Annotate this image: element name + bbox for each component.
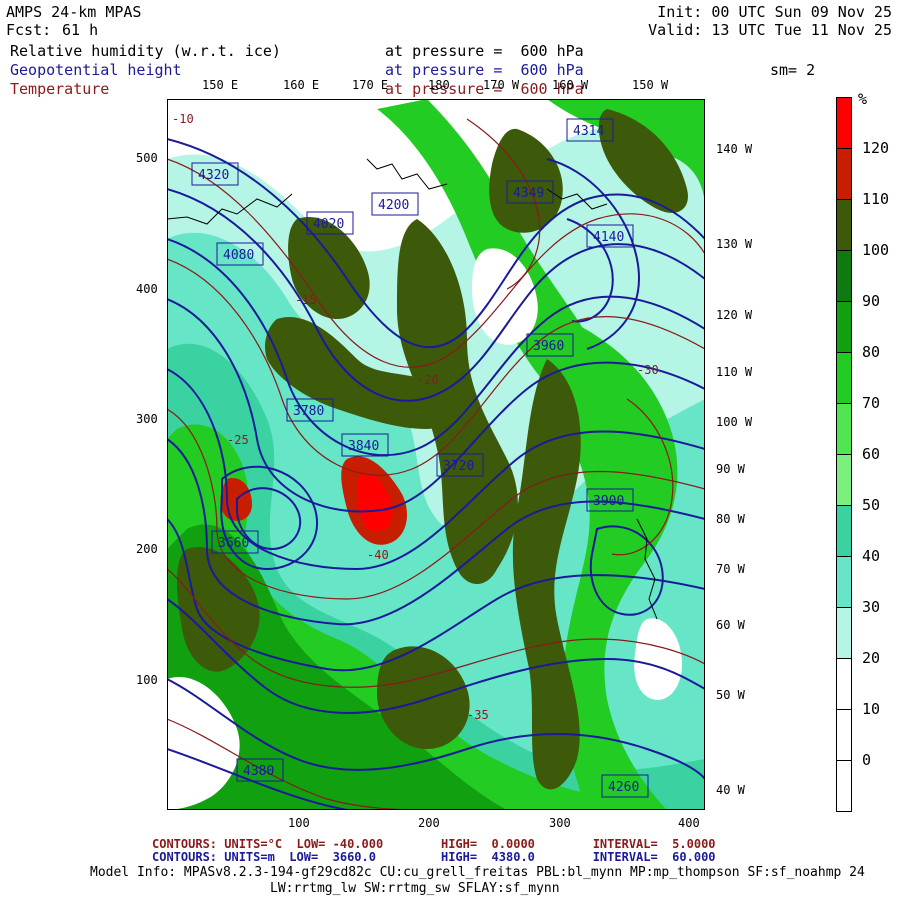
svg-text:4020: 4020	[313, 217, 344, 232]
lon-label-top: 150 W	[632, 78, 669, 92]
svg-text:4140: 4140	[593, 230, 624, 245]
y-tick-label: 300	[136, 412, 158, 426]
model-info: Model Info: MPASv8.2.3-194-gf29cd82c CU:…	[90, 865, 865, 880]
colorbar-label: 30	[862, 598, 881, 616]
colorbar-label: 50	[862, 496, 881, 514]
colorbar-unit: %	[858, 90, 868, 108]
colorbar-segment	[836, 556, 852, 608]
svg-text:3660: 3660	[218, 536, 249, 551]
lon-label-top: 150 E	[202, 78, 239, 92]
svg-text:-20: -20	[417, 373, 439, 387]
colorbar-segment	[836, 505, 852, 557]
colorbar-label: 0	[862, 751, 872, 769]
field-name-height: Geopotential height	[10, 61, 182, 79]
model-title: AMPS 24-km MPAS	[6, 3, 142, 21]
colorbar-label: 40	[862, 547, 881, 565]
forecast-map: 4320 4200 4020 4080 3960 3780 3900 4140	[167, 99, 705, 810]
y-tick-label: 200	[136, 542, 158, 556]
colorbar-label: 10	[862, 700, 881, 718]
colorbar-label: 90	[862, 292, 881, 310]
forecast-value: 61 h	[62, 21, 99, 39]
colorbar-segment	[836, 250, 852, 302]
lon-label-right: 70 W	[716, 562, 745, 576]
lon-label-right: 90 W	[716, 462, 745, 476]
lon-label-right: 130 W	[716, 237, 753, 251]
lon-label-top: 180	[428, 78, 450, 92]
lon-label-top: 160 W	[552, 78, 589, 92]
colorbar-label: 80	[862, 343, 881, 361]
colorbar-segment	[836, 454, 852, 506]
lon-label-right: 50 W	[716, 688, 745, 702]
y-tick-label: 500	[136, 151, 158, 165]
field-name-temp: Temperature	[10, 80, 110, 98]
svg-text:4080: 4080	[223, 248, 254, 263]
height-contour-info: CONTOURS: UNITS=m LOW= 3660.0 HIGH= 4380…	[152, 850, 716, 864]
svg-text:3900: 3900	[593, 494, 624, 509]
svg-text:-25: -25	[227, 433, 249, 447]
lon-label-right: 140 W	[716, 142, 753, 156]
x-tick-label: 400	[678, 816, 700, 830]
y-tick-label: 100	[136, 673, 158, 687]
svg-text:4320: 4320	[198, 168, 229, 183]
svg-text:3960: 3960	[533, 339, 564, 354]
svg-text:-15: -15	[295, 293, 317, 307]
svg-text:4349: 4349	[513, 186, 544, 201]
svg-text:-10: -10	[172, 112, 194, 126]
lon-label-right: 120 W	[716, 308, 753, 322]
lon-label-right: 110 W	[716, 365, 753, 379]
lon-label-right: 80 W	[716, 512, 745, 526]
colorbar-label: 20	[862, 649, 881, 667]
colorbar-segment	[836, 97, 852, 149]
svg-text:-35: -35	[467, 708, 489, 722]
svg-text:4380: 4380	[243, 764, 274, 779]
field-level-height: at pressure = 600 hPa	[385, 61, 584, 79]
svg-text:4260: 4260	[608, 780, 639, 795]
lon-label-right: 60 W	[716, 618, 745, 632]
field-level-rh: at pressure = 600 hPa	[385, 42, 584, 60]
colorbar-label: 100	[862, 241, 890, 259]
smoothing-label: sm= 2	[770, 61, 816, 79]
lon-label-top: 160 E	[283, 78, 320, 92]
colorbar-segment	[836, 607, 852, 659]
x-tick-label: 200	[418, 816, 440, 830]
model-info-line2: LW:rrtmg_lw SW:rrtmg_sw SFLAY:sf_mynn	[270, 881, 560, 896]
svg-text:3840: 3840	[348, 439, 379, 454]
init-time: Init: 00 UTC Sun 09 Nov 25	[657, 3, 892, 21]
x-tick-label: 100	[288, 816, 310, 830]
colorbar-segment	[836, 301, 852, 353]
svg-text:3780: 3780	[293, 404, 324, 419]
colorbar-segment	[836, 760, 852, 812]
valid-time: Valid: 13 UTC Tue 11 Nov 25	[648, 21, 892, 39]
colorbar-segment	[836, 352, 852, 404]
colorbar-segment	[836, 709, 852, 761]
colorbar-segment	[836, 658, 852, 710]
svg-text:-40: -40	[367, 548, 389, 562]
colorbar-label: 110	[862, 190, 890, 208]
field-name-rh: Relative humidity (w.r.t. ice)	[10, 42, 281, 60]
x-tick-label: 300	[549, 816, 571, 830]
colorbar-label: 60	[862, 445, 881, 463]
colorbar-label: 70	[862, 394, 881, 412]
svg-text:4314: 4314	[573, 124, 604, 139]
svg-text:-30: -30	[637, 363, 659, 377]
lon-label-right: 100 W	[716, 415, 753, 429]
svg-text:4200: 4200	[378, 198, 409, 213]
y-tick-label: 400	[136, 282, 158, 296]
colorbar-segment	[836, 199, 852, 251]
lon-label-top: 170 W	[483, 78, 520, 92]
lon-label-right: 40 W	[716, 783, 745, 797]
forecast-label: Fcst:	[6, 21, 52, 39]
colorbar-label: 120	[862, 139, 890, 157]
lon-label-top: 170 E	[352, 78, 389, 92]
svg-text:3720: 3720	[443, 459, 474, 474]
colorbar-segment	[836, 403, 852, 455]
colorbar-segment	[836, 148, 852, 200]
